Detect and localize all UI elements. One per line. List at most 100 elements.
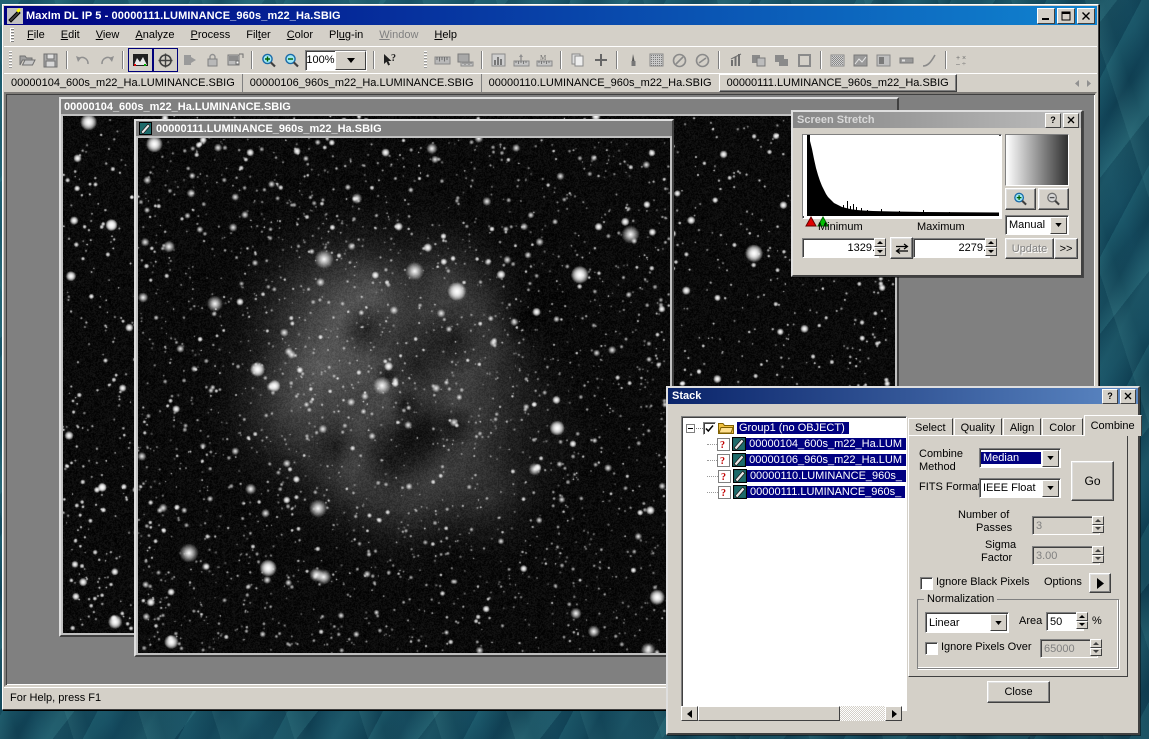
histogram-zoom-out-button[interactable] [1038,188,1069,210]
ignore-pixels-over-spinner[interactable] [1090,639,1102,656]
toolbar-grip-2[interactable] [424,51,427,69]
tree-file-row[interactable]: ? 00000110.LUMINANCE_960s_ [685,468,906,484]
scrollbar-thumb[interactable] [698,706,840,721]
zoom-combo[interactable]: 100% [305,49,367,71]
update-button[interactable]: Update [1005,238,1054,259]
screen-stretch-titlebar[interactable]: Screen Stretch ? [793,112,1081,128]
sigma-spin-up[interactable] [1092,546,1104,555]
undo-icon[interactable] [72,49,95,71]
document-tab-3[interactable]: 00000110.LUMINANCE_960s_m22_Ha.SBIG [480,74,719,92]
crosshair-icon[interactable] [153,48,178,72]
go-button[interactable]: Go [1071,461,1114,501]
strip-icon[interactable] [895,49,918,71]
image-window-00000111[interactable]: 00000111.LUMINANCE_960s_m22_Ha.SBIG [134,119,674,657]
chevron-down-icon[interactable] [335,50,366,70]
ignore-black-pixels-checkbox[interactable] [920,577,933,590]
curve-icon[interactable] [918,49,941,71]
normalization-combo[interactable]: Linear [925,612,1009,633]
histogram-zoom-in-button[interactable] [1005,188,1036,210]
maximum-spinner[interactable] [985,238,997,256]
number-of-passes-spinner[interactable] [1092,516,1104,533]
contrast-icon[interactable] [691,49,714,71]
save-icon[interactable] [39,49,62,71]
chevron-down-icon[interactable] [1050,216,1067,234]
scroll-right-button[interactable] [885,706,902,721]
tree-expander-icon[interactable] [685,423,696,433]
ipo-spin-down[interactable] [1090,647,1102,656]
chevron-down-icon[interactable] [1042,449,1059,467]
menu-help[interactable]: Help [426,27,465,43]
tab-quality[interactable]: Quality [953,418,1002,436]
measure-icon[interactable] [510,49,533,71]
help-pointer-icon[interactable]: ? [379,49,402,71]
menu-analyze[interactable]: Analyze [127,27,182,43]
histogram-tool-icon[interactable] [487,49,510,71]
screen-stretch-palette[interactable]: Screen Stretch ? Minimum Maximum Manual … [791,110,1083,277]
tree-horizontal-scrollbar[interactable] [681,706,902,721]
overlay-icon[interactable] [747,49,770,71]
passes-spin-down[interactable] [1092,524,1104,533]
batch-icon[interactable] [224,49,247,71]
square-icon[interactable] [793,49,816,71]
menu-plugin[interactable]: Plug-in [321,27,371,43]
image-canvas-2[interactable] [138,138,670,653]
menu-edit[interactable]: Edit [53,27,88,43]
options-expand-button[interactable] [1089,573,1111,593]
passes-spin-up[interactable] [1092,516,1104,525]
menu-process[interactable]: Process [183,27,239,43]
zoom-out-icon[interactable] [280,49,303,71]
menubar-grip[interactable] [10,28,14,42]
group-checkbox[interactable] [703,421,716,435]
tab-color[interactable]: Color [1042,418,1083,436]
minimum-marker[interactable] [805,215,817,230]
sigma-factor-input[interactable]: 3.00 [1032,546,1100,565]
magnitude-icon[interactable]: M [533,49,556,71]
tab-align[interactable]: Align [1002,418,1042,436]
zoom-in-icon[interactable] [257,49,280,71]
ipo-spin-up[interactable] [1090,639,1102,648]
area-spin-down[interactable] [1076,620,1088,629]
flat-icon[interactable] [826,49,849,71]
plus-icon[interactable] [589,49,612,71]
file-label-3[interactable]: 00000110.LUMINANCE_960s_ [746,470,906,482]
file-label-4[interactable]: 00000111.LUMINANCE_960s_ [747,486,906,498]
menu-view[interactable]: View [88,27,128,43]
lock-icon[interactable] [201,49,224,71]
calibrate-icon[interactable] [454,49,477,71]
file-label-2[interactable]: 00000106_960s_m22_Ha.LUM [746,454,906,466]
minimum-spin-down[interactable] [874,247,886,256]
maximize-button[interactable] [1057,7,1075,24]
redo-icon[interactable] [95,49,118,71]
half-circle-icon[interactable] [668,49,691,71]
file-label-1[interactable]: 00000104_600s_m22_Ha.LUM [746,438,906,450]
graph-icon[interactable] [724,49,747,71]
minimum-spinner[interactable] [874,238,886,256]
document-tab-2[interactable]: 00000106_960s_m22_Ha.LUMINANCE.SBIG [241,74,481,92]
stack-dialog[interactable]: Stack ? Group1 (no OBJECT) ? 00000104_60… [666,386,1142,735]
fits-format-combo[interactable]: IEEE Float [979,478,1061,498]
tree-file-row[interactable]: ? 00000106_960s_m22_Ha.LUM [685,452,906,468]
swap-icon[interactable] [890,237,913,259]
menu-window[interactable]: Window [371,27,426,43]
unknown-status-icon[interactable]: ? [717,437,731,451]
chevron-down-icon[interactable] [990,614,1007,631]
chevron-down-icon[interactable] [1042,479,1059,497]
screen-stretch-help-button[interactable]: ? [1045,112,1061,128]
fit-icon[interactable] [178,49,201,71]
ignore-pixels-over-checkbox[interactable] [925,642,938,655]
sigma-factor-spinner[interactable] [1092,546,1104,563]
area-spin-up[interactable] [1076,612,1088,621]
scroll-left-button[interactable] [681,706,698,721]
stack-help-button[interactable]: ? [1102,388,1118,404]
histogram-display[interactable] [802,134,1002,219]
minimize-button[interactable] [1037,7,1055,24]
bias-icon[interactable] [872,49,895,71]
maximum-spin-down[interactable] [985,247,997,256]
copy-icon[interactable] [566,49,589,71]
stack-file-tree[interactable]: Group1 (no OBJECT) ? 00000104_600s_m22_H… [681,416,907,711]
stack-close-button[interactable]: Close [987,681,1050,703]
unknown-status-icon[interactable]: ? [717,469,731,483]
minimum-spin-up[interactable] [874,238,886,247]
unknown-status-icon[interactable]: ? [717,453,731,467]
screen-stretch-close-button[interactable] [1063,112,1079,128]
